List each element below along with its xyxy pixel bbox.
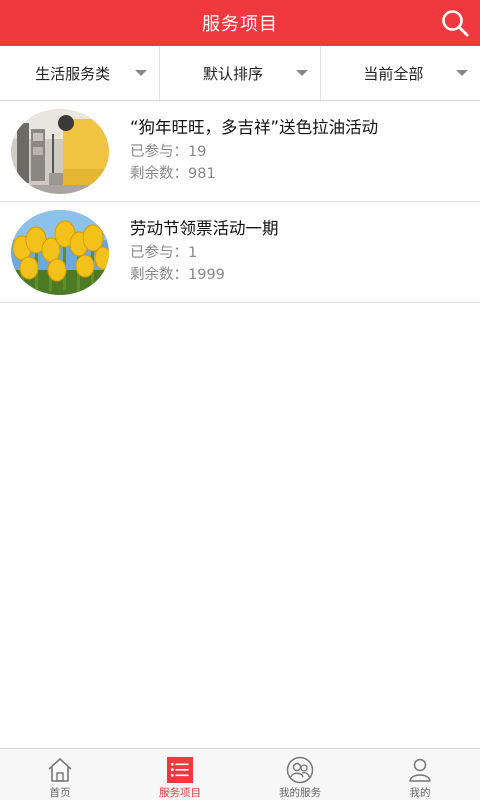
item-joined: 已参与：1: [130, 245, 198, 261]
list-item[interactable]: 劳动节领票活动一期 已参与：1 剩余数：1999: [0, 202, 480, 303]
item-title: “狗年旺旺，多吉祥”送色拉油活动: [130, 118, 379, 137]
caret-down-icon: [135, 70, 148, 76]
tab-my-services[interactable]: 我的服务: [240, 749, 360, 800]
page-title: 服务项目: [202, 14, 278, 35]
home-icon: [46, 756, 74, 784]
tab-home[interactable]: 首页: [0, 749, 120, 800]
tab-profile[interactable]: 我的: [360, 749, 480, 800]
list-item[interactable]: “狗年旺旺，多吉祥”送色拉油活动 已参与：19 剩余数：981: [0, 101, 480, 202]
caret-down-icon: [295, 70, 308, 76]
users-icon: [286, 756, 314, 784]
tab-home-label: 首页: [49, 787, 71, 799]
filter-sort-label: 默认排序: [202, 64, 263, 83]
activity-thumbnail: [11, 210, 109, 295]
filter-category[interactable]: 生活服务类: [0, 46, 161, 100]
tab-services-label: 服务项目: [159, 787, 201, 799]
filter-category-label: 生活服务类: [35, 64, 111, 83]
tab-my-services-label: 我的服务: [279, 787, 321, 799]
item-joined: 已参与：19: [130, 144, 207, 160]
search-icon[interactable]: [440, 8, 470, 38]
item-remaining: 剩余数：981: [130, 166, 216, 182]
filter-sort[interactable]: 默认排序: [160, 46, 321, 100]
filter-bar: 生活服务类 默认排序 当前全部: [0, 46, 480, 101]
list-icon: [166, 756, 194, 784]
item-title: 劳动节领票活动一期: [130, 219, 279, 238]
filter-status-label: 当前全部: [363, 64, 424, 83]
tab-services[interactable]: 服务项目: [120, 749, 240, 800]
header-bar: 服务项目: [0, 0, 480, 46]
bottom-tab-bar: 首页 服务项目 我的服务 我的: [0, 748, 480, 800]
filter-status[interactable]: 当前全部: [321, 46, 480, 100]
user-icon: [406, 756, 434, 784]
item-info: “狗年旺旺，多吉祥”送色拉油活动 已参与：19 剩余数：981: [130, 115, 470, 185]
activity-thumbnail: [11, 109, 109, 194]
item-info: 劳动节领票活动一期 已参与：1 剩余数：1999: [130, 216, 470, 286]
activity-list: “狗年旺旺，多吉祥”送色拉油活动 已参与：19 剩余数：981 劳动节领票活动一…: [0, 101, 480, 303]
item-remaining: 剩余数：1999: [130, 267, 225, 283]
caret-down-icon: [455, 70, 468, 76]
tab-profile-label: 我的: [409, 787, 431, 799]
